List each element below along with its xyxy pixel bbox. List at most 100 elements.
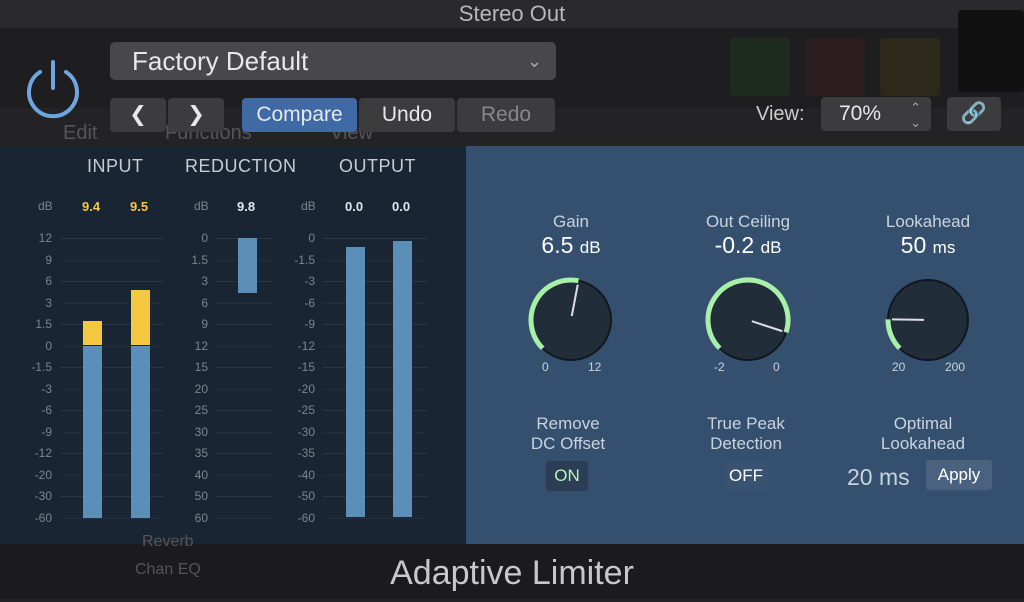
reduction-gridline	[216, 496, 272, 497]
output-tick-label: 0	[308, 231, 315, 245]
input-gridline	[60, 259, 164, 261]
reduction-tick-label: 40	[194, 467, 208, 482]
preset-menu[interactable]: Factory Default ⌄	[110, 42, 556, 80]
gain-value: 6.5 dB	[541, 232, 601, 258]
reduction-tick-label: 60	[194, 510, 208, 525]
input-level-bar	[83, 345, 102, 518]
input-peak-readout: 9.5	[130, 199, 149, 214]
apply-button[interactable]: Apply	[926, 460, 992, 490]
input-over-bar	[83, 321, 102, 346]
reduction-tick-label: 35	[194, 446, 208, 460]
reduction-tick-label: 50	[194, 489, 208, 503]
input-level-bar	[131, 345, 150, 518]
output-tick-label: -15	[297, 360, 315, 374]
meter-section: INPUT dB 9.4 9.5 12 9 6 3 1.5 0 -1.5 -3 -6 -9 -12 -20 -3…	[0, 146, 466, 544]
bg-reverb: Reverb	[142, 533, 194, 550]
stepper-icon: ⌃ ⌄	[910, 100, 921, 130]
reduction-tick-label: 9	[201, 317, 208, 331]
input-gridline	[60, 517, 164, 519]
chevron-down-icon: ⌄	[526, 51, 542, 71]
output-tick-label: -30	[297, 424, 315, 439]
input-tick-label: 0	[45, 338, 52, 353]
knob-pointer	[891, 318, 925, 321]
input-tick-label: -20	[34, 467, 52, 482]
input-tick-label: 3	[45, 295, 52, 310]
reduction-tick-label: 1.5	[191, 252, 208, 267]
input-over-bar	[131, 290, 150, 346]
lookahead-min: 20	[892, 360, 906, 374]
output-tick-label: -40	[297, 467, 315, 482]
link-button[interactable]: 🔗	[947, 97, 1001, 131]
input-tick-label: -1.5	[31, 360, 52, 374]
next-preset-button[interactable]: ❯	[168, 98, 224, 132]
ceiling-max: 0	[773, 360, 780, 374]
input-gridline	[60, 238, 164, 239]
output-peak-readout: 0.0	[392, 199, 411, 214]
input-tick-label: 6	[45, 274, 52, 288]
output-peak-readout: 0.0	[345, 199, 364, 214]
reduction-bar	[238, 238, 257, 294]
view-zoom-select[interactable]: 70% ⌃ ⌄	[821, 97, 931, 131]
reduction-gridline	[216, 367, 272, 368]
reduction-gridline	[216, 517, 272, 519]
input-tick-label: -60	[34, 510, 52, 525]
plugin-name: Adaptive Limiter	[390, 554, 634, 592]
lookahead-value: 50 ms	[900, 232, 956, 258]
ceiling-label: Out Ceiling	[705, 212, 791, 231]
reduction-gridline	[216, 302, 272, 304]
output-tick-label: -25	[297, 403, 315, 417]
output-gridline	[323, 517, 427, 519]
reduction-peak-readout: 9.8	[237, 199, 256, 214]
reduction-gridline	[216, 388, 272, 390]
redo-button[interactable]: Redo	[457, 98, 555, 132]
output-tick-label: -35	[297, 446, 315, 460]
reduction-gridline	[216, 453, 272, 454]
input-tick-label: 9	[45, 252, 52, 267]
out-ceiling-knob[interactable]	[698, 270, 798, 370]
reduction-tick-label: 3	[201, 274, 208, 288]
lookahead-max: 200	[945, 360, 966, 374]
input-tick-label: 1.5	[35, 317, 52, 331]
output-tick-label: -60	[297, 510, 315, 525]
reduction-meter-label: REDUCTION	[185, 156, 297, 176]
lookahead-knob[interactable]	[878, 270, 978, 370]
reduction-tick-label: 0	[201, 231, 208, 245]
output-unit: dB	[301, 199, 316, 213]
input-tick-label: -12	[34, 446, 52, 460]
dc-offset-label: Remove DC Offset	[530, 414, 606, 453]
reduction-tick-label: 12	[194, 338, 208, 353]
reduction-gridline	[216, 410, 272, 411]
reduction-tick-label: 15	[194, 360, 208, 374]
output-level-bar	[346, 246, 365, 518]
view-label: View:	[756, 103, 805, 125]
reduction-gridline	[216, 345, 272, 347]
reduction-gridline	[216, 324, 272, 325]
gain-knob[interactable]	[521, 270, 621, 370]
output-level-bar	[393, 240, 412, 518]
input-tick-label: -9	[41, 424, 52, 439]
reduction-unit: dB	[194, 199, 209, 213]
previous-preset-button[interactable]: ❮	[110, 98, 166, 132]
reduction-tick-label: 30	[194, 424, 208, 439]
input-tick-label: 12	[38, 231, 52, 245]
power-icon[interactable]	[22, 58, 84, 120]
input-unit: dB	[38, 199, 53, 213]
input-tick-label: -3	[41, 381, 52, 396]
output-gridline	[323, 238, 427, 239]
true-peak-toggle[interactable]: OFF	[724, 461, 768, 491]
optimal-lookahead-value: 20 ms	[847, 464, 910, 490]
dc-offset-toggle[interactable]: ON	[546, 461, 588, 491]
reduction-tick-label: 6	[201, 295, 208, 310]
output-tick-label: -1.5	[294, 252, 315, 267]
output-tick-label: -20	[297, 381, 315, 396]
gain-label: Gain	[553, 212, 589, 231]
compare-button[interactable]: Compare	[242, 98, 357, 132]
link-icon: 🔗	[960, 102, 988, 125]
reduction-tick-label: 25	[194, 403, 208, 417]
plugin-footer: Reverb Chan EQ Adaptive Limiter	[0, 533, 1024, 599]
output-tick-label: -9	[304, 317, 315, 331]
lookahead-label: Lookahead	[885, 212, 971, 231]
undo-button[interactable]: Undo	[359, 98, 455, 132]
input-meter-label: INPUT	[87, 156, 144, 176]
output-tick-label: -12	[297, 338, 315, 353]
